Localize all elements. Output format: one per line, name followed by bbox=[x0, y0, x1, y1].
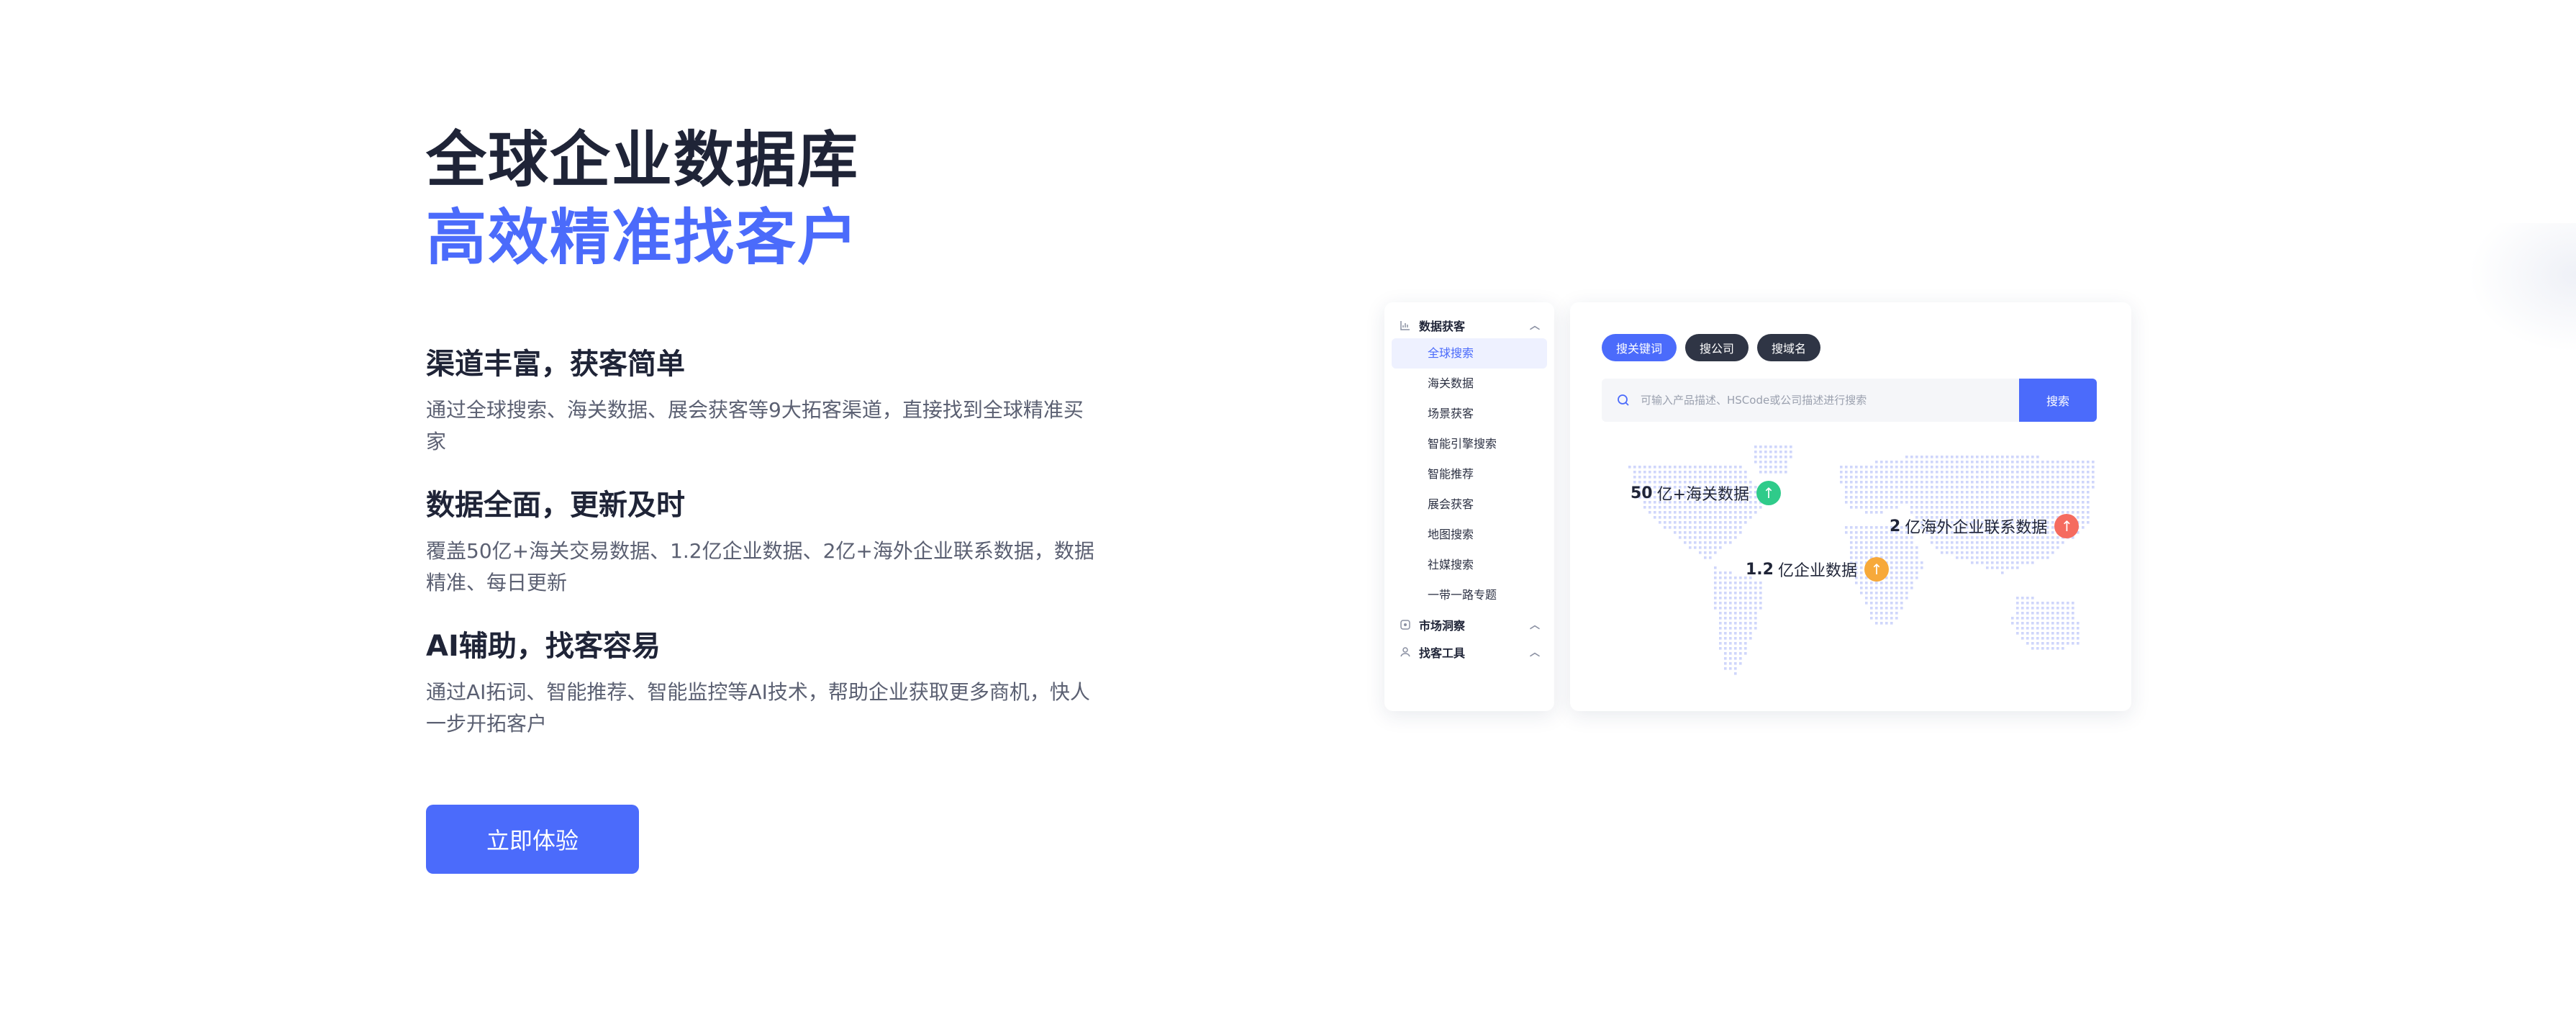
sidebar-group-data-acquisition[interactable]: 数据获客 ︿ bbox=[1384, 312, 1554, 338]
sidebar-item[interactable]: 场景获客 bbox=[1392, 399, 1547, 429]
sidebar-group-market-insight[interactable]: 市场洞察 ︿ bbox=[1384, 612, 1554, 638]
feature-ai: AI辅助，找客容易 通过AI拓词、智能推荐、智能监控等AI技术，帮助企业获取更多… bbox=[426, 626, 1117, 740]
sidebar-item[interactable]: 社媒搜索 bbox=[1392, 550, 1547, 580]
hero-title: 全球企业数据库 bbox=[426, 125, 860, 195]
sidebar-item[interactable]: 智能推荐 bbox=[1392, 459, 1547, 489]
sidebar-group-tools[interactable]: 找客工具 ︿ bbox=[1384, 639, 1554, 665]
search-panel: 搜关键词 搜公司 搜域名 搜索 50 亿+海关数据 ↑ 2 亿海外企业联系数据 … bbox=[1570, 302, 2131, 711]
stat-customs-data: 50 亿+海关数据 ↑ bbox=[1631, 481, 1782, 505]
bar-chart-icon bbox=[1399, 319, 1412, 332]
feature-title: AI辅助，找客容易 bbox=[426, 630, 661, 663]
hero-subtitle: 高效精准找客户 bbox=[426, 202, 860, 273]
hero-section: 全球企业数据库 高效精准找客户 渠道丰富，获客简单 通过全球搜索、海关数据、展会… bbox=[426, 121, 1117, 767]
tab-company[interactable]: 搜公司 bbox=[1685, 334, 1749, 361]
search-input[interactable] bbox=[1641, 394, 2019, 407]
chevron-up-icon[interactable]: ︿ bbox=[1530, 645, 1540, 659]
sidebar-item[interactable]: 地图搜索 bbox=[1392, 520, 1547, 550]
search-bar: 搜索 bbox=[1602, 379, 2097, 422]
stat-enterprise-data: 1.2 亿企业数据 ↑ bbox=[1746, 557, 1889, 582]
chevron-up-icon[interactable]: ︿ bbox=[1530, 318, 1540, 333]
sidebar-group-label: 数据获客 bbox=[1419, 320, 1466, 333]
chevron-up-icon[interactable]: ︿ bbox=[1530, 618, 1540, 632]
feature-title: 渠道丰富，获客简单 bbox=[426, 348, 685, 381]
feature-desc: 覆盖50亿+海关交易数据、1.2亿企业数据、2亿+海外企业联系数据，数据精准、每… bbox=[426, 539, 1094, 595]
background-decoration bbox=[2468, 223, 2576, 353]
feature-desc: 通过AI拓词、智能推荐、智能监控等AI技术，帮助企业获取更多商机，快人一步开拓客… bbox=[426, 680, 1090, 736]
arrow-up-icon: ↑ bbox=[2054, 514, 2080, 538]
search-button[interactable]: 搜索 bbox=[2019, 379, 2097, 422]
sidebar: 数据获客 ︿ 全球搜索 海关数据 场景获客 智能引擎搜索 智能推荐 展会获客 地图搜索 社媒搜… bbox=[1384, 302, 1554, 711]
insight-icon bbox=[1399, 618, 1412, 631]
sidebar-item[interactable]: 一带一路专题 bbox=[1392, 580, 1547, 610]
try-now-button[interactable]: 立即体验 bbox=[426, 805, 639, 874]
sidebar-item[interactable]: 智能引擎搜索 bbox=[1392, 429, 1547, 459]
tab-keyword[interactable]: 搜关键词 bbox=[1602, 334, 1677, 361]
feature-title: 数据全面，更新及时 bbox=[426, 489, 685, 522]
search-icon bbox=[1618, 394, 1629, 406]
arrow-up-icon: ↑ bbox=[1756, 481, 1782, 505]
arrow-up-icon: ↑ bbox=[1864, 557, 1889, 582]
tab-domain[interactable]: 搜域名 bbox=[1757, 334, 1821, 361]
sidebar-item[interactable]: 全球搜索 bbox=[1392, 338, 1547, 369]
sidebar-group-label: 市场洞察 bbox=[1419, 619, 1466, 633]
sidebar-item[interactable]: 海关数据 bbox=[1392, 369, 1547, 399]
sidebar-item[interactable]: 展会获客 bbox=[1392, 489, 1547, 520]
sidebar-group-label: 找客工具 bbox=[1419, 646, 1466, 660]
stat-overseas-contacts: 2 亿海外企业联系数据 ↑ bbox=[1890, 514, 2080, 538]
feature-desc: 通过全球搜索、海关数据、展会获客等9大拓客渠道，直接找到全球精准买家 bbox=[426, 398, 1084, 453]
search-mode-tabs: 搜关键词 搜公司 搜域名 bbox=[1602, 334, 1821, 361]
feature-data: 数据全面，更新及时 覆盖50亿+海关交易数据、1.2亿企业数据、2亿+海外企业联… bbox=[426, 485, 1117, 599]
sidebar-items: 全球搜索 海关数据 场景获客 智能引擎搜索 智能推荐 展会获客 地图搜索 社媒搜索 一带一路专题 bbox=[1384, 338, 1554, 610]
user-tool-icon bbox=[1399, 646, 1412, 659]
feature-channels: 渠道丰富，获客简单 通过全球搜索、海关数据、展会获客等9大拓客渠道，直接找到全球… bbox=[426, 344, 1117, 458]
